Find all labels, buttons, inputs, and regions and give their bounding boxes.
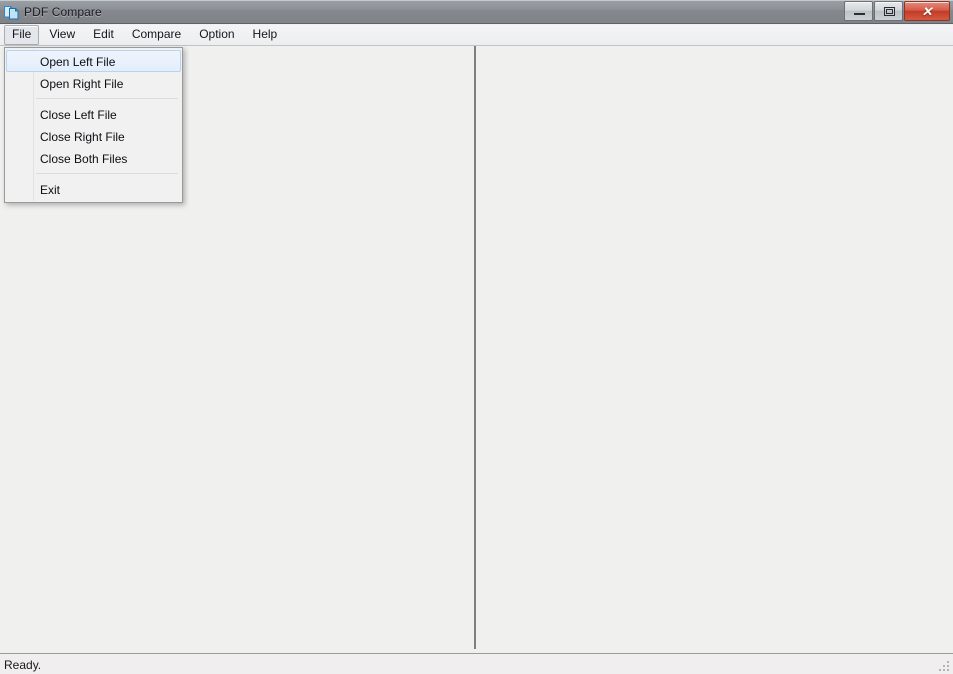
status-bar: Ready.	[0, 655, 953, 674]
menu-item-exit[interactable]: Exit	[6, 178, 181, 200]
window-title: PDF Compare	[24, 4, 102, 19]
maximize-icon-inner	[886, 9, 893, 14]
menubar-item-help[interactable]: Help	[245, 25, 286, 45]
menu-item-close-left-file[interactable]: Close Left File	[6, 103, 181, 125]
status-text: Ready.	[4, 657, 42, 672]
menu-item-open-right-file[interactable]: Open Right File	[6, 72, 181, 94]
menubar-item-edit[interactable]: Edit	[85, 25, 122, 45]
menu-item-close-right-file[interactable]: Close Right File	[6, 125, 181, 147]
menubar-item-file[interactable]: File	[4, 25, 40, 45]
menu-separator	[36, 173, 178, 174]
minimize-icon	[854, 13, 865, 15]
file-dropdown-menu: Open Left File Open Right File Close Lef…	[4, 47, 183, 203]
menu-item-close-both-files[interactable]: Close Both Files	[6, 147, 181, 169]
maximize-button[interactable]	[874, 1, 903, 21]
close-button[interactable]: ✕	[904, 1, 950, 21]
right-document-pane[interactable]	[476, 46, 953, 654]
menubar-item-option[interactable]: Option	[191, 25, 242, 45]
menubar-item-view[interactable]: View	[41, 25, 83, 45]
close-icon: ✕	[921, 3, 933, 19]
menubar-item-compare[interactable]: Compare	[124, 25, 189, 45]
menu-separator	[36, 98, 178, 99]
window-controls: ✕	[843, 1, 950, 21]
menu-item-open-left-file[interactable]: Open Left File	[6, 50, 181, 72]
application-window: PDF Compare ✕ File View Edit Compare Opt…	[0, 0, 953, 674]
resize-grip[interactable]	[938, 660, 951, 673]
pdf-compare-documents-icon	[3, 4, 19, 20]
menu-bar: File View Edit Compare Option Help	[0, 25, 953, 46]
title-bar[interactable]: PDF Compare ✕	[0, 0, 953, 24]
minimize-button[interactable]	[844, 1, 873, 21]
